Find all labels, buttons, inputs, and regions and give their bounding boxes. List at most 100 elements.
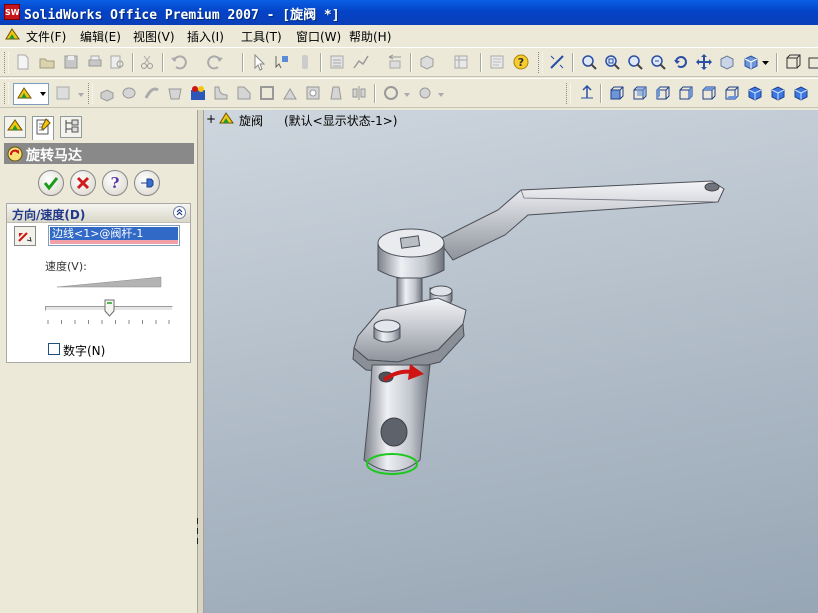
solidworks-logo-icon[interactable] <box>4 27 21 44</box>
zoom-in-out-icon[interactable] <box>626 53 644 71</box>
zoom-to-selection-icon[interactable] <box>649 53 667 71</box>
wireframe-icon[interactable] <box>784 53 802 71</box>
features-toolbar <box>0 78 818 108</box>
normal-to-icon[interactable] <box>578 84 596 102</box>
chevron-down-icon[interactable] <box>404 93 410 97</box>
rib-icon[interactable] <box>281 84 299 102</box>
part-icon[interactable] <box>418 53 436 71</box>
window-title: SolidWorks Office Premium 2007 - [旋阀 *] <box>24 8 340 23</box>
valve-flange[interactable] <box>352 297 467 373</box>
left-view-icon[interactable] <box>654 84 672 102</box>
loft-icon[interactable] <box>166 84 184 102</box>
help-button[interactable]: ? <box>102 170 128 196</box>
print-preview-icon[interactable] <box>108 53 126 71</box>
sketch-icon[interactable] <box>352 53 370 71</box>
isometric-view-icon[interactable] <box>746 84 764 102</box>
graphics-area[interactable]: + 旋阀 (默认<显示状态-1>) <box>198 110 818 613</box>
curves-icon[interactable] <box>416 84 434 102</box>
redo-icon[interactable] <box>206 53 224 71</box>
zoom-to-area-icon[interactable] <box>603 53 621 71</box>
toolbar-grip[interactable] <box>4 83 9 104</box>
solidworks-app-icon[interactable]: SW <box>4 4 20 20</box>
chevron-down-icon <box>40 92 46 96</box>
cut-icon[interactable] <box>138 53 156 71</box>
right-view-icon[interactable] <box>677 84 695 102</box>
solidworks-part-icon <box>17 87 32 99</box>
print-icon[interactable] <box>86 53 104 71</box>
valve-hub[interactable] <box>377 228 445 280</box>
assembly-icon[interactable] <box>452 53 470 71</box>
tab-feature-manager[interactable] <box>4 116 26 138</box>
chamfer-icon[interactable] <box>235 84 253 102</box>
appearance-dropdown[interactable] <box>13 83 49 105</box>
chevron-down-icon[interactable] <box>762 61 769 65</box>
drawing-icon[interactable] <box>488 53 506 71</box>
valve-model[interactable] <box>198 110 818 613</box>
menu-view[interactable]: 视图(V) <box>133 28 175 45</box>
select-pointer-icon[interactable] <box>250 53 268 71</box>
menu-tools[interactable]: 工具(T) <box>241 28 282 45</box>
chevron-down-icon[interactable] <box>438 93 444 97</box>
menu-insert[interactable]: 插入(I) <box>187 28 224 45</box>
ok-button[interactable] <box>38 170 64 196</box>
reference-geometry-icon[interactable] <box>382 84 400 102</box>
menu-window[interactable]: 窗口(W) <box>296 28 341 45</box>
bottom-view-icon[interactable] <box>723 84 741 102</box>
property-manager-title: 旋转马达 <box>26 148 82 164</box>
valve-handle[interactable] <box>437 180 725 261</box>
property-sheet-icon <box>36 118 51 135</box>
traffic-light-icon[interactable] <box>296 53 314 71</box>
selected-edge[interactable]: 边线<1>@阀杆-1 <box>50 227 178 240</box>
dimetric-view-icon[interactable] <box>792 84 810 102</box>
open-folder-icon[interactable] <box>38 53 56 71</box>
front-view-icon[interactable] <box>608 84 626 102</box>
hidden-lines-icon[interactable] <box>806 53 818 71</box>
extrude-icon[interactable] <box>98 84 116 102</box>
help-icon[interactable]: ? <box>512 53 530 71</box>
menu-file[interactable]: 文件(F) <box>26 28 66 45</box>
menu-edit[interactable]: 编辑(E) <box>80 28 121 45</box>
view-orientation-icon[interactable] <box>742 53 760 71</box>
save-icon[interactable] <box>62 53 80 71</box>
title-bar: SW SolidWorks Office Premium 2007 - [旋阀 … <box>0 0 818 25</box>
numeric-checkbox[interactable] <box>48 343 60 355</box>
smart-dimension-icon[interactable] <box>386 53 404 71</box>
trimetric-view-icon[interactable] <box>769 84 787 102</box>
reverse-direction-button[interactable] <box>14 226 36 246</box>
mirror-icon[interactable] <box>350 84 368 102</box>
speed-slider-thumb[interactable] <box>104 299 115 317</box>
new-document-icon[interactable] <box>14 53 32 71</box>
numeric-label: 数字(N) <box>63 344 106 358</box>
tab-property-manager[interactable] <box>32 116 54 140</box>
group-header[interactable]: 方向/速度(D) <box>7 204 190 223</box>
direction-selection-box[interactable]: 边线<1>@阀杆-1 <box>48 225 180 246</box>
top-view-icon[interactable] <box>700 84 718 102</box>
revolve-icon[interactable] <box>120 84 138 102</box>
menu-help[interactable]: 帮助(H) <box>349 28 391 45</box>
rotate-view-icon[interactable] <box>672 53 690 71</box>
zoom-to-fit-icon[interactable] <box>580 53 598 71</box>
fillet-icon[interactable] <box>212 84 230 102</box>
sweep-icon[interactable] <box>143 84 161 102</box>
pin-button[interactable] <box>134 170 160 196</box>
draft-icon[interactable] <box>327 84 345 102</box>
toolbar-grip[interactable] <box>4 52 9 73</box>
toolbox-icon[interactable] <box>189 84 207 102</box>
tab-configuration-manager[interactable] <box>60 116 82 138</box>
rebuild-icon[interactable] <box>272 53 290 71</box>
chevron-down-icon[interactable] <box>78 93 84 97</box>
property-manager-panel: 旋转马达 ? 方向/速度(D) 边线<1>@阀杆-1 速度(V): 数字(N) <box>0 110 198 613</box>
section-view-icon[interactable] <box>718 53 736 71</box>
property-manager-header: 旋转马达 <box>4 143 194 164</box>
back-view-icon[interactable] <box>631 84 649 102</box>
close-icon <box>76 176 90 190</box>
measure-icon[interactable] <box>548 53 566 71</box>
collapse-button[interactable] <box>173 206 186 219</box>
options-icon[interactable] <box>328 53 346 71</box>
pan-icon[interactable] <box>695 53 713 71</box>
texture-icon[interactable] <box>54 84 72 102</box>
shell-icon[interactable] <box>258 84 276 102</box>
undo-icon[interactable] <box>170 53 188 71</box>
cancel-button[interactable] <box>70 170 96 196</box>
hole-wizard-icon[interactable] <box>304 84 322 102</box>
